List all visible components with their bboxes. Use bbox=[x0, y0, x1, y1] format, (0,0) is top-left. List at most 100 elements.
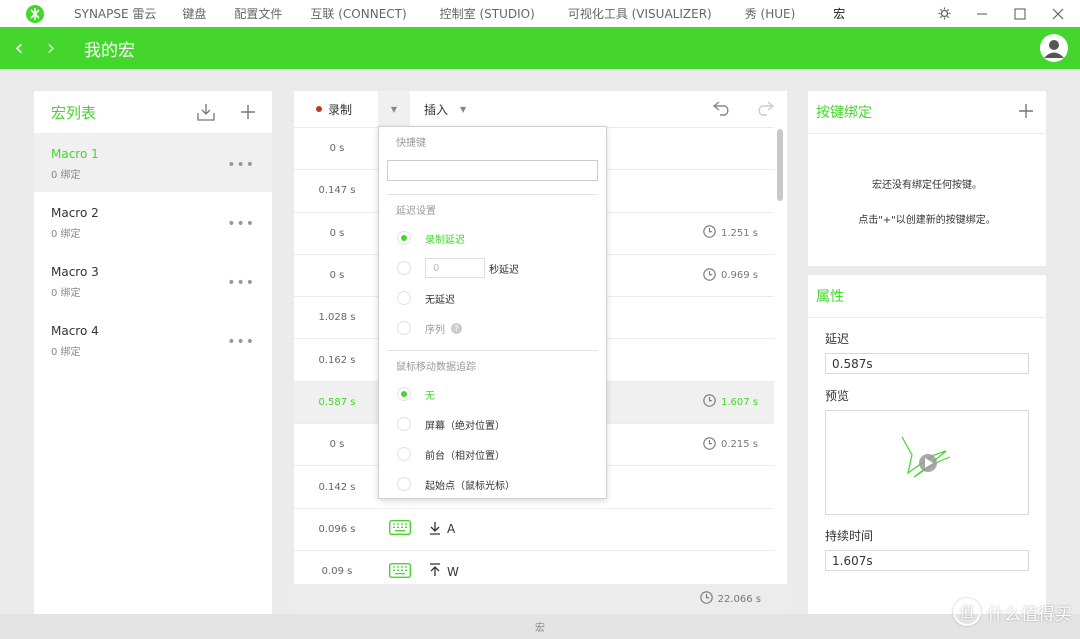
macro-bindings: 0 绑定 bbox=[51, 347, 81, 358]
shortcut-input[interactable] bbox=[387, 160, 598, 181]
clock-icon bbox=[703, 225, 716, 241]
duration-label: 持续时间 bbox=[825, 529, 874, 543]
event-delay: 0.142 s bbox=[318, 481, 356, 493]
event-delay: 0.147 s bbox=[318, 185, 356, 197]
add-binding-hint: 点击"+"以创建新的按键绑定。 bbox=[858, 215, 996, 226]
macro-name: Macro 1 bbox=[51, 147, 99, 161]
nav-synapse[interactable]: SYNAPSE 雷云 bbox=[74, 5, 156, 22]
key-binding-panel: 按键绑定 宏还没有绑定任何按键。 点击"+"以创建新的按键绑定。 bbox=[808, 91, 1046, 266]
event-delay: 0.162 s bbox=[318, 354, 356, 366]
clock-icon bbox=[699, 591, 713, 607]
record-options-toggle[interactable]: ▼ bbox=[378, 91, 410, 127]
help-icon[interactable]: ? bbox=[451, 322, 462, 334]
key-name: W bbox=[447, 564, 459, 579]
import-icon[interactable] bbox=[196, 102, 216, 122]
delay-seconds-input[interactable]: 0 bbox=[425, 258, 485, 278]
nav-visualizer[interactable]: 可视化工具 (VISUALIZER) bbox=[568, 5, 712, 22]
more-options-icon[interactable]: ••• bbox=[227, 216, 255, 232]
record-dot-icon bbox=[316, 106, 322, 112]
event-duration: 1.251 s bbox=[720, 227, 758, 239]
key-name: A bbox=[447, 522, 456, 537]
record-options-menu: 快捷键 延迟设置 录制延迟 0 秒延迟 无延迟 序列 ? 鼠标移动数据追踪 无 … bbox=[378, 126, 607, 499]
macro-list-item[interactable]: Macro 1 0 绑定 ••• bbox=[34, 133, 272, 192]
divider bbox=[808, 317, 1046, 318]
preview-label: 预览 bbox=[825, 389, 850, 403]
option-label: 前台（相对位置） bbox=[425, 450, 505, 462]
nav-profiles[interactable]: 配置文件 bbox=[234, 5, 282, 22]
record-label: 录制 bbox=[328, 102, 353, 117]
option-label: 无延迟 bbox=[425, 294, 455, 306]
properties-title: 属性 bbox=[816, 289, 844, 305]
maximize-icon[interactable] bbox=[1012, 6, 1028, 22]
divider bbox=[808, 133, 1046, 134]
redo-icon[interactable] bbox=[754, 97, 776, 119]
more-options-icon[interactable]: ••• bbox=[227, 334, 255, 350]
more-options-icon[interactable]: ••• bbox=[227, 157, 255, 173]
option-label: 录制延迟 bbox=[425, 234, 465, 246]
nav-keyboard[interactable]: 键盘 bbox=[182, 5, 206, 22]
event-duration: 0.969 s bbox=[720, 270, 758, 282]
more-options-icon[interactable]: ••• bbox=[227, 275, 255, 291]
option-label: 序列 bbox=[425, 324, 445, 336]
nav-studio[interactable]: 控制室 (STUDIO) bbox=[440, 5, 535, 22]
duration-field[interactable]: 1.607s bbox=[825, 550, 1029, 571]
nav-connect[interactable]: 互联 (CONNECT) bbox=[310, 5, 406, 22]
no-binding-message: 宏还没有绑定任何按键。 bbox=[872, 180, 982, 191]
event-duration: 0.215 s bbox=[720, 439, 758, 451]
scrollbar[interactable] bbox=[777, 129, 783, 201]
event-delay: 0 s bbox=[329, 143, 345, 155]
minimize-icon[interactable] bbox=[974, 6, 990, 22]
divider bbox=[387, 350, 598, 351]
add-binding-icon[interactable] bbox=[1018, 103, 1034, 122]
macro-event-row[interactable]: 0.096 s A bbox=[294, 507, 774, 550]
radio-button[interactable] bbox=[397, 387, 411, 401]
macro-list-item[interactable]: Macro 2 0 绑定 ••• bbox=[34, 192, 272, 251]
undo-icon[interactable] bbox=[711, 97, 733, 119]
watermark-text: 什么值得买 bbox=[987, 604, 1072, 625]
close-icon[interactable] bbox=[1050, 6, 1066, 22]
delay-field[interactable]: 0.587s bbox=[825, 353, 1029, 374]
option-mouse-origin[interactable]: 起始点（鼠标光标） bbox=[379, 469, 606, 499]
macro-bindings: 0 绑定 bbox=[51, 170, 81, 181]
option-record-delay[interactable]: 录制延迟 bbox=[379, 223, 606, 253]
razer-logo-icon[interactable] bbox=[24, 3, 46, 25]
option-fixed-delay[interactable]: 0 秒延迟 bbox=[379, 253, 606, 283]
radio-button[interactable] bbox=[397, 447, 411, 461]
add-macro-icon[interactable] bbox=[238, 102, 258, 122]
event-delay: 0 s bbox=[329, 227, 345, 239]
macro-list-item[interactable]: Macro 3 0 绑定 ••• bbox=[34, 251, 272, 310]
delay-section-label: 延迟设置 bbox=[396, 206, 436, 217]
record-button[interactable]: 录制 bbox=[316, 101, 378, 118]
event-duration: 1.607 s bbox=[720, 396, 758, 408]
footer-label: 宏 bbox=[535, 623, 545, 634]
forward-arrow-icon[interactable]: › bbox=[42, 36, 60, 61]
option-mouse-foreground[interactable]: 前台（相对位置） bbox=[379, 439, 606, 469]
option-no-delay[interactable]: 无延迟 bbox=[379, 283, 606, 313]
bottom-status-bar: 宏 bbox=[0, 614, 1080, 639]
radio-button[interactable] bbox=[397, 231, 411, 245]
radio-button[interactable] bbox=[397, 321, 411, 335]
settings-gear-icon[interactable] bbox=[936, 6, 952, 22]
option-mouse-none[interactable]: 无 bbox=[379, 379, 606, 409]
macro-list-panel: 宏列表 Macro 1 0 绑定 ••• Macro 2 0 绑定 ••• Ma… bbox=[34, 91, 272, 614]
option-sequence[interactable]: 序列 ? bbox=[379, 313, 606, 343]
mouse-section-label: 鼠标移动数据追踪 bbox=[396, 362, 476, 373]
radio-button[interactable] bbox=[397, 291, 411, 305]
insert-button[interactable]: 插入 ▼ bbox=[424, 101, 466, 118]
nav-hue[interactable]: 秀 (HUE) bbox=[745, 5, 796, 22]
back-arrow-icon[interactable]: ‹ bbox=[10, 36, 28, 61]
clock-icon bbox=[703, 394, 716, 410]
macro-list-title: 宏列表 bbox=[51, 103, 97, 122]
radio-button[interactable] bbox=[397, 477, 411, 491]
top-nav: SYNAPSE 雷云 键盘 配置文件 互联 (CONNECT) 控制室 (STU… bbox=[0, 0, 1080, 27]
macro-bindings: 0 绑定 bbox=[51, 288, 81, 299]
nav-macro[interactable]: 宏 bbox=[833, 5, 845, 22]
option-mouse-screen[interactable]: 屏幕（绝对位置） bbox=[379, 409, 606, 439]
macro-list-item[interactable]: Macro 4 0 绑定 ••• bbox=[34, 310, 272, 369]
chevron-down-icon: ▼ bbox=[390, 104, 398, 114]
avatar[interactable] bbox=[1040, 34, 1068, 62]
radio-button[interactable] bbox=[397, 261, 411, 275]
shortcut-label: 快捷键 bbox=[396, 138, 426, 149]
radio-button[interactable] bbox=[397, 417, 411, 431]
macro-bindings: 0 绑定 bbox=[51, 229, 81, 240]
